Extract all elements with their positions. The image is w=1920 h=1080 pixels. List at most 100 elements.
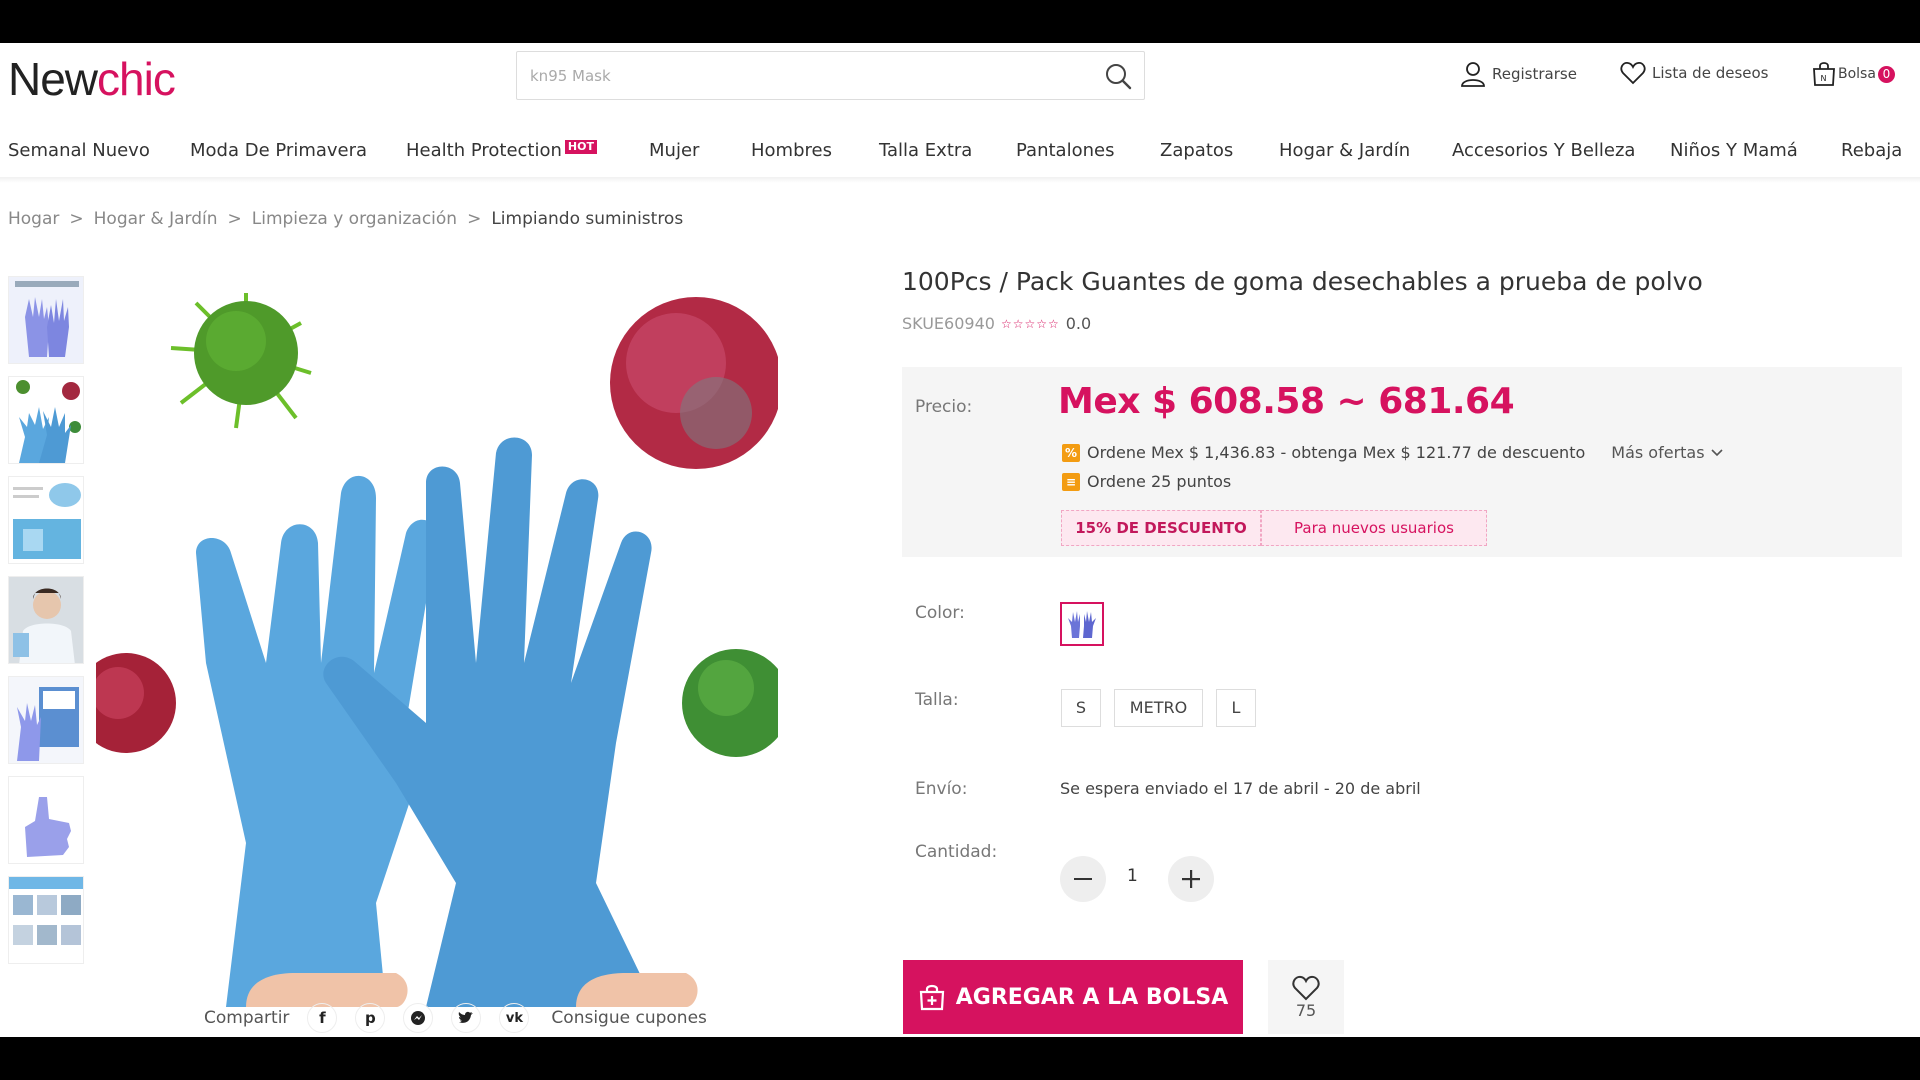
vk-icon[interactable]: vk bbox=[499, 1003, 530, 1033]
register-label: Registrarse bbox=[1492, 65, 1577, 83]
product-page: Newchic Registrarse Lista de deseos bbox=[0, 43, 1920, 1037]
rating-value: 0.0 bbox=[1065, 314, 1092, 333]
share-label: Compartir bbox=[204, 1008, 290, 1028]
main-nav: Semanal Nuevo Moda De Primavera Health P… bbox=[0, 133, 1920, 173]
nav-item-accesorios-belleza[interactable]: Accesorios Y Belleza bbox=[1452, 133, 1635, 169]
thumbnail-strip bbox=[8, 276, 86, 976]
promo-discount-line: % Ordene Mex $ 1,436.83 - obtenga Mex $ … bbox=[1062, 443, 1724, 462]
gloves-icon bbox=[1068, 611, 1096, 638]
breadcrumb-item-current: Limpiando suministros bbox=[491, 209, 684, 229]
color-swatch-blue[interactable] bbox=[1060, 602, 1104, 646]
breadcrumb-separator: > bbox=[227, 209, 242, 229]
promo-points-text: Ordene 25 puntos bbox=[1087, 472, 1232, 491]
pinterest-icon[interactable]: p bbox=[355, 1003, 386, 1033]
thumbnail-7[interactable] bbox=[8, 876, 84, 964]
discount-coupon[interactable]: 15% DE DESCUENTO bbox=[1061, 510, 1261, 546]
thumbnail-3[interactable] bbox=[8, 476, 84, 564]
percent-icon: % bbox=[1062, 443, 1080, 462]
plus-icon bbox=[1182, 870, 1200, 888]
size-l-button[interactable]: L bbox=[1216, 689, 1256, 727]
thumbnail-5[interactable] bbox=[8, 676, 84, 764]
promo-points-line: ≡ Ordene 25 puntos bbox=[1062, 472, 1231, 491]
messenger-icon[interactable] bbox=[403, 1003, 434, 1033]
sku-value: SKUE60940 bbox=[902, 314, 995, 333]
size-label: Talla: bbox=[915, 690, 959, 710]
nav-item-mujer[interactable]: Mujer bbox=[649, 133, 699, 169]
new-users-coupon[interactable]: Para nuevos usuarios bbox=[1261, 510, 1487, 546]
newchic-logo[interactable]: Newchic bbox=[8, 51, 176, 107]
more-offers-label: Más ofertas bbox=[1611, 443, 1705, 462]
thumbnail-2[interactable] bbox=[8, 376, 84, 464]
nav-item-talla-extra[interactable]: Talla Extra bbox=[879, 133, 972, 169]
breadcrumb-item-hogar-jardin[interactable]: Hogar & Jardín bbox=[94, 209, 218, 229]
bag-label: Bolsa bbox=[1838, 66, 1876, 82]
wishlist-count: 75 bbox=[1295, 1000, 1317, 1020]
nav-item-ninos-mama[interactable]: Niños Y Mamá bbox=[1670, 133, 1798, 169]
nav-item-moda-primavera[interactable]: Moda De Primavera bbox=[190, 133, 367, 169]
breadcrumb: Hogar > Hogar & Jardín > Limpieza y organiza… bbox=[8, 209, 683, 229]
quantity-value[interactable]: 1 bbox=[1127, 866, 1138, 886]
thumbnail-1[interactable] bbox=[8, 276, 84, 364]
breadcrumb-item-limpieza[interactable]: Limpieza y organización bbox=[252, 209, 457, 229]
breadcrumb-separator: > bbox=[467, 209, 482, 229]
price-box: Precio: Mex $ 608.58 ~ 681.64 % Ordene M… bbox=[902, 367, 1902, 557]
chevron-down-icon bbox=[1710, 448, 1723, 456]
logo-chic: chic bbox=[97, 53, 176, 105]
shipping-estimate: Se espera enviado el 17 de abril - 20 de… bbox=[1060, 779, 1421, 798]
user-icon bbox=[1461, 62, 1485, 87]
bag-plus-icon bbox=[919, 984, 944, 1011]
promo-discount-text: Ordene Mex $ 1,436.83 - obtenga Mex $ 12… bbox=[1087, 443, 1586, 462]
site-header: Newchic Registrarse Lista de deseos bbox=[0, 43, 1920, 111]
nav-item-rebaja[interactable]: Rebaja bbox=[1841, 133, 1902, 169]
shopping-bag-icon: N bbox=[1813, 62, 1835, 86]
points-icon: ≡ bbox=[1062, 472, 1080, 491]
wishlist-link[interactable]: Lista de deseos bbox=[1620, 61, 1768, 85]
nav-divider bbox=[0, 177, 1920, 183]
bag-count-badge: 0 bbox=[1877, 65, 1895, 83]
nav-item-zapatos[interactable]: Zapatos bbox=[1160, 133, 1233, 169]
product-title: 100Pcs / Pack Guantes de goma desechable… bbox=[902, 267, 1703, 296]
quantity-decrease-button[interactable] bbox=[1060, 856, 1106, 902]
heart-icon bbox=[1292, 975, 1320, 1000]
shipping-label: Envío: bbox=[915, 779, 968, 799]
thumbnail-4[interactable] bbox=[8, 576, 84, 664]
red-virus-image bbox=[610, 297, 778, 469]
heart-icon bbox=[1620, 62, 1646, 85]
quantity-label: Cantidad: bbox=[915, 842, 998, 862]
search-bar bbox=[516, 51, 1145, 100]
bag-link[interactable]: N Bolsa 0 bbox=[1812, 61, 1895, 87]
wishlist-label: Lista de deseos bbox=[1652, 64, 1769, 82]
logo-new: New bbox=[8, 53, 98, 105]
search-icon[interactable] bbox=[1104, 62, 1132, 90]
size-s-button[interactable]: S bbox=[1061, 689, 1101, 727]
thumbnail-6[interactable] bbox=[8, 776, 84, 864]
get-coupons-link[interactable]: Consigue cupones bbox=[551, 1008, 706, 1028]
twitter-icon[interactable] bbox=[451, 1003, 482, 1033]
nav-item-health-protection[interactable]: Health Protection HOT bbox=[406, 133, 597, 169]
nav-item-hogar-jardin[interactable]: Hogar & Jardín bbox=[1279, 133, 1410, 169]
nav-item-pantalones[interactable]: Pantalones bbox=[1016, 133, 1114, 169]
main-product-image[interactable] bbox=[96, 283, 778, 1007]
breadcrumb-item-hogar[interactable]: Hogar bbox=[8, 209, 59, 229]
nav-item-health-label: Health Protection bbox=[406, 140, 562, 161]
rating-stars[interactable]: ☆☆☆☆☆ bbox=[1001, 317, 1060, 331]
price-label: Precio: bbox=[915, 397, 973, 417]
add-to-bag-button[interactable]: AGREGAR A LA BOLSA bbox=[903, 960, 1243, 1034]
hot-badge: HOT bbox=[564, 140, 597, 154]
search-input[interactable] bbox=[517, 52, 1077, 99]
facebook-icon[interactable]: f bbox=[307, 1003, 338, 1033]
wishlist-button[interactable]: 75 bbox=[1268, 960, 1344, 1034]
price-value: Mex $ 608.58 ~ 681.64 bbox=[1058, 381, 1515, 422]
nav-item-hombres[interactable]: Hombres bbox=[751, 133, 832, 169]
more-offers-link[interactable]: Más ofertas bbox=[1611, 443, 1723, 462]
nav-item-semanal-nuevo[interactable]: Semanal Nuevo bbox=[8, 133, 150, 169]
share-bar: Compartir f p vk Consigue cupones bbox=[204, 1003, 707, 1033]
sku-row: SKUE60940 ☆☆☆☆☆ 0.0 bbox=[902, 314, 1091, 333]
breadcrumb-separator: > bbox=[69, 209, 84, 229]
add-to-bag-label: AGREGAR A LA BOLSA bbox=[955, 984, 1229, 1010]
quantity-increase-button[interactable] bbox=[1168, 856, 1214, 902]
size-metro-button[interactable]: METRO bbox=[1114, 689, 1203, 727]
register-link[interactable]: Registrarse bbox=[1460, 61, 1577, 87]
color-label: Color: bbox=[915, 603, 965, 623]
svg-text:N: N bbox=[1821, 74, 1827, 83]
